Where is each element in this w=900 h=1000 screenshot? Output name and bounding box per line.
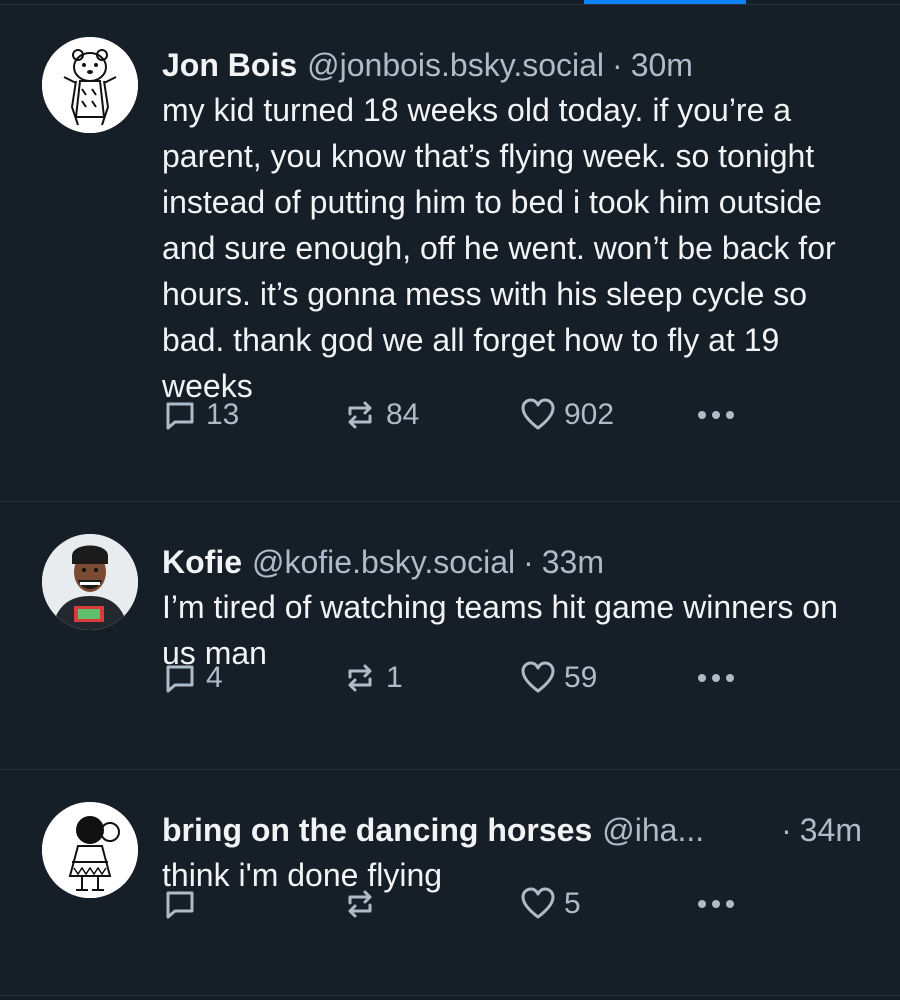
avatar-cartoon-girl-drawing bbox=[42, 802, 138, 898]
author-name[interactable]: Kofie bbox=[162, 540, 242, 584]
reply-button[interactable] bbox=[162, 886, 206, 922]
like-count: 59 bbox=[564, 661, 598, 694]
post-content: Jon Bois @jonbois.bsky.social · 30m my k… bbox=[162, 43, 870, 409]
heart-icon bbox=[520, 660, 556, 696]
post-actions: 5 bbox=[162, 882, 870, 926]
like-button[interactable]: 5 bbox=[520, 886, 581, 922]
repost-icon bbox=[342, 397, 378, 433]
active-tab-indicator bbox=[584, 0, 746, 4]
repost-icon bbox=[342, 660, 378, 696]
post-meta: Jon Bois @jonbois.bsky.social · 30m bbox=[162, 43, 870, 87]
reply-icon bbox=[162, 660, 198, 696]
meta-separator: · bbox=[523, 544, 534, 580]
post-actions: 4 1 59 bbox=[162, 656, 870, 700]
reply-count: 13 bbox=[206, 398, 240, 431]
author-handle[interactable]: @jonbois.bsky.social bbox=[307, 43, 604, 87]
like-count: 5 bbox=[564, 887, 581, 920]
like-button[interactable]: 59 bbox=[520, 660, 597, 696]
like-count: 902 bbox=[564, 398, 615, 431]
reply-button[interactable]: 4 bbox=[162, 660, 223, 696]
post-meta: bring on the dancing horses @iha... · 34… bbox=[162, 808, 862, 852]
post[interactable]: Kofie @kofie.bsky.social · 33m I’m tired… bbox=[0, 502, 900, 770]
repost-count: 84 bbox=[386, 398, 420, 431]
author-handle[interactable]: @kofie.bsky.social bbox=[252, 540, 515, 584]
reply-icon bbox=[162, 886, 198, 922]
repost-icon bbox=[342, 886, 378, 922]
post[interactable]: Jon Bois @jonbois.bsky.social · 30m my k… bbox=[0, 5, 900, 502]
more-icon bbox=[696, 898, 736, 910]
feed: Jon Bois @jonbois.bsky.social · 30m my k… bbox=[0, 5, 900, 996]
meta-separator: · bbox=[781, 812, 792, 848]
author-handle[interactable]: @iha... bbox=[602, 808, 704, 852]
repost-button[interactable]: 1 bbox=[342, 660, 403, 696]
author-name[interactable]: Jon Bois bbox=[162, 43, 297, 87]
avatar[interactable] bbox=[42, 37, 138, 133]
more-icon bbox=[696, 672, 736, 684]
post-actions: 13 84 902 bbox=[162, 393, 870, 437]
heart-icon bbox=[520, 397, 556, 433]
more-icon bbox=[696, 409, 736, 421]
avatar[interactable] bbox=[42, 534, 138, 630]
repost-button[interactable]: 84 bbox=[342, 397, 419, 433]
like-button[interactable]: 902 bbox=[520, 397, 614, 433]
more-options-button[interactable] bbox=[696, 672, 736, 684]
more-options-button[interactable] bbox=[696, 898, 736, 910]
repost-count: 1 bbox=[386, 661, 403, 694]
post[interactable]: bring on the dancing horses @iha... · 34… bbox=[0, 770, 900, 996]
post-text: my kid turned 18 weeks old today. if you… bbox=[162, 92, 845, 404]
avatar-tiger-drawing bbox=[42, 37, 138, 133]
heart-icon bbox=[520, 886, 556, 922]
avatar[interactable] bbox=[42, 802, 138, 898]
author-name[interactable]: bring on the dancing horses bbox=[162, 808, 592, 852]
reply-count: 4 bbox=[206, 661, 223, 694]
repost-button[interactable] bbox=[342, 886, 386, 922]
reply-button[interactable]: 13 bbox=[162, 397, 239, 433]
post-time[interactable]: 30m bbox=[631, 43, 693, 87]
post-meta: Kofie @kofie.bsky.social · 33m bbox=[162, 540, 870, 584]
avatar-person-illustration bbox=[42, 534, 138, 630]
reply-icon bbox=[162, 397, 198, 433]
more-options-button[interactable] bbox=[696, 409, 736, 421]
post-time[interactable]: 34m bbox=[800, 808, 862, 852]
post-time[interactable]: 33m bbox=[542, 540, 604, 584]
meta-separator: · bbox=[612, 47, 623, 83]
